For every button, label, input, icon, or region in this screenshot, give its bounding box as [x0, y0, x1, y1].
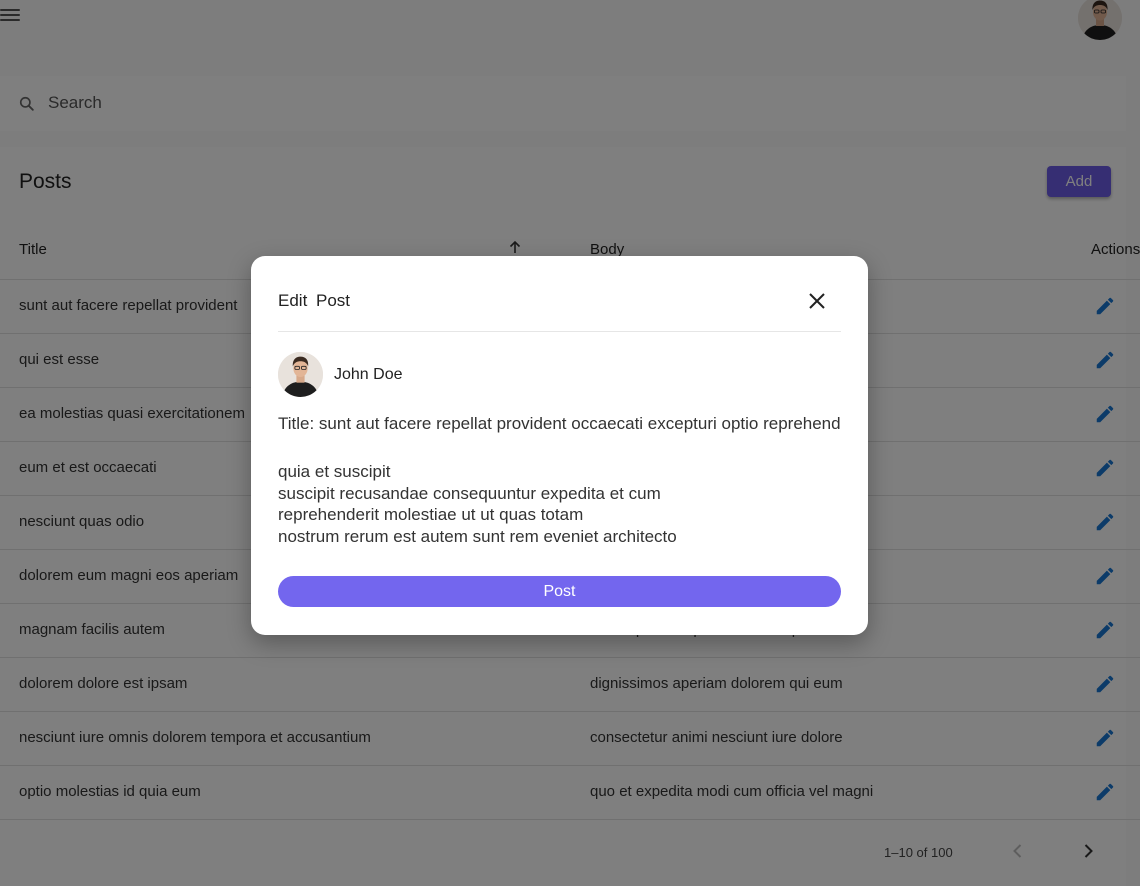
post-title: Title: sunt aut facere repellat providen…	[278, 414, 841, 433]
post-body-line: quia et suscipit	[278, 462, 391, 481]
post-button[interactable]: Post	[278, 576, 841, 607]
dialog-title: Edit Post	[278, 291, 351, 310]
dialog-header: Edit Post	[278, 256, 841, 332]
post-body-line: reprehenderit molestiae ut ut quas totam	[278, 505, 584, 524]
post-body-line: nostrum rerum est autem sunt rem eveniet…	[278, 526, 677, 546]
close-icon[interactable]	[807, 291, 827, 311]
user-avatar	[278, 352, 323, 397]
post-body: quia et suscipit suscipit recusandae con…	[278, 461, 841, 547]
edit-post-dialog: Edit Post John Doe Title: sunt aut facer…	[251, 256, 868, 635]
user-name: John Doe	[334, 366, 403, 383]
post-body-line: suscipit recusandae consequuntur expedit…	[278, 483, 661, 503]
